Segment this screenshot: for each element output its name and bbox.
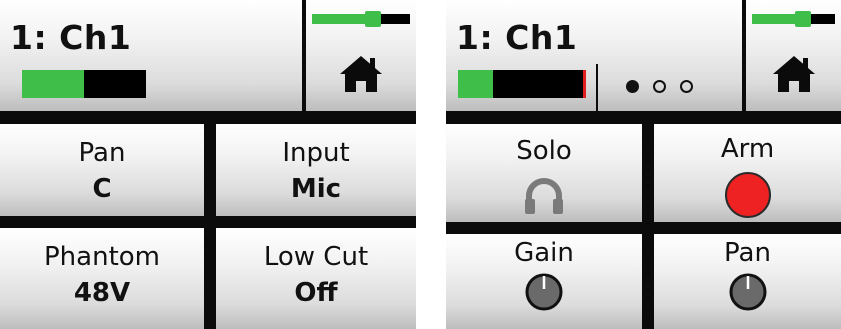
- input-label: Input: [282, 138, 350, 168]
- headphones-icon: [525, 178, 563, 214]
- master-level-meter: [752, 11, 835, 27]
- phantom-setting-button[interactable]: Phantom 48V: [0, 228, 204, 329]
- phantom-label: Phantom: [44, 242, 160, 272]
- peak-indicator: [583, 70, 586, 98]
- knob-icon: [729, 273, 766, 311]
- input-setting-button[interactable]: Input Mic: [216, 124, 416, 216]
- page-indicator[interactable]: [626, 80, 693, 93]
- header-divider: [596, 64, 598, 111]
- channel-title: 1: Ch1: [456, 18, 578, 57]
- channel-mixer-screen: 1: Ch1 Solo Arm Gain Pan: [446, 0, 841, 329]
- arm-button[interactable]: Arm: [654, 124, 841, 222]
- pan-knob-button[interactable]: Pan: [654, 234, 841, 329]
- pan-label: Pan: [724, 238, 771, 268]
- input-level-meter: [458, 70, 586, 98]
- low-cut-label: Low Cut: [263, 242, 369, 272]
- channel-settings-screen: 1: Ch1 Pan C Input Mic Phantom 48V Low C…: [0, 0, 416, 329]
- home-icon: [772, 55, 815, 92]
- channel-header: 1: Ch1: [446, 0, 742, 111]
- arm-label: Arm: [720, 134, 775, 164]
- gain-label: Gain: [514, 238, 574, 268]
- knob-icon: [525, 273, 563, 311]
- input-level-meter-fill: [458, 70, 493, 98]
- pan-setting-button[interactable]: Pan C: [0, 124, 204, 216]
- phantom-value: 48V: [73, 278, 131, 308]
- page-dot-3[interactable]: [680, 80, 693, 93]
- solo-label: Solo: [516, 136, 572, 166]
- page-dot-2[interactable]: [653, 80, 666, 93]
- solo-button[interactable]: Solo: [446, 124, 642, 222]
- master-level-handle[interactable]: [364, 11, 381, 27]
- input-level-meter: [22, 70, 146, 98]
- master-level-meter: [312, 11, 410, 27]
- page-dot-1[interactable]: [626, 80, 639, 93]
- pan-label: Pan: [78, 138, 126, 168]
- master-level-meter-fill: [312, 14, 373, 24]
- master-level-handle[interactable]: [795, 11, 812, 27]
- input-level-meter-fill: [22, 70, 84, 98]
- gain-knob-button[interactable]: Gain: [446, 234, 642, 329]
- pan-value: C: [92, 174, 112, 204]
- low-cut-setting-button[interactable]: Low Cut Off: [216, 228, 416, 329]
- channel-title: 1: Ch1: [10, 18, 132, 57]
- input-value: Mic: [290, 174, 342, 204]
- channel-header: 1: Ch1: [0, 0, 302, 111]
- low-cut-value: Off: [294, 278, 338, 308]
- home-button[interactable]: [306, 0, 416, 111]
- record-arm-icon: [724, 172, 771, 218]
- home-icon: [340, 55, 382, 92]
- home-button[interactable]: [746, 0, 841, 111]
